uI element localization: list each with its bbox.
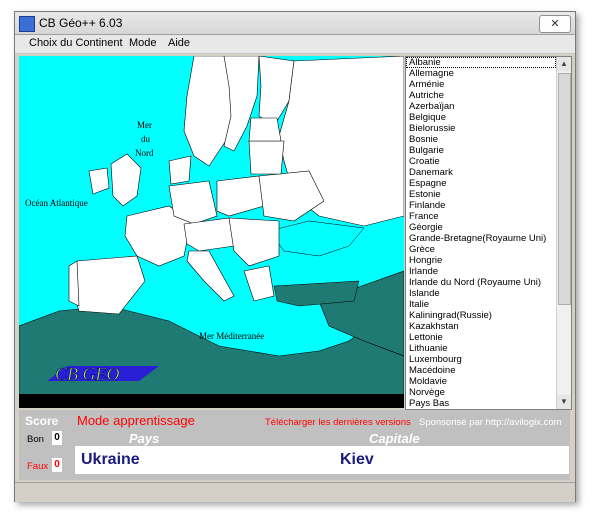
map-svg[interactable]: Mer du Nord Océan Atlantique Mer Méditer… [19,56,404,408]
list-item[interactable]: Kaliningrad(Russie) [406,310,556,321]
list-item[interactable]: Géorgie [406,222,556,233]
portugal[interactable] [68,260,80,307]
map-label-atlantic: Océan Atlantique [25,198,88,208]
pays-value: Ukraine [81,451,140,468]
app-window: CB Géo++ 6.03 ✕ Choix du Continent Mode … [14,11,576,502]
download-link[interactable]: Télécharger les dernières versions [265,417,411,428]
list-item[interactable]: Lettonie [406,332,556,343]
list-item[interactable]: France [406,211,556,222]
list-item[interactable]: Lithuanie [406,343,556,354]
list-item[interactable]: Moldavie [406,376,556,387]
list-item[interactable]: Irlande [406,266,556,277]
answer-box: Ukraine Kiev [75,446,569,474]
list-item[interactable]: Italie [406,299,556,310]
list-item[interactable]: Estonie [406,189,556,200]
country-list: Albanie Allemagne Arménie Autriche Azerbaïja… [406,57,556,409]
denmark[interactable] [168,155,192,185]
list-item[interactable]: Albanie [406,57,556,68]
list-item[interactable]: Croatie [406,156,556,167]
list-item[interactable]: Arménie [406,79,556,90]
list-item[interactable]: Macédoine [406,365,556,376]
list-item[interactable]: Grèce [406,244,556,255]
close-button[interactable]: ✕ [539,15,571,33]
capitale-header: Capitale [369,431,420,446]
menu-mode[interactable]: Mode [129,37,157,49]
list-item[interactable]: Bielorussie [406,123,556,134]
list-item[interactable]: Allemagne [406,68,556,79]
list-item[interactable]: Norvège [406,387,556,398]
list-scrollbar[interactable]: ▲ ▼ [556,57,571,409]
list-item[interactable]: Grande-Bretagne(Royaume Uni) [406,233,556,244]
menu-aide[interactable]: Aide [168,37,190,49]
map-label-mediterranean: Mer Méditerranée [199,331,264,341]
belarus[interactable] [248,140,285,175]
list-item[interactable]: Belgique [406,112,556,123]
list-item[interactable]: Espagne [406,178,556,189]
bon-count: 0 [52,431,62,445]
sponsor-text[interactable]: Sponsorisé par http://avilogix.com [419,417,562,428]
score-panel: Score Mode apprentissage Télécharger les… [19,410,570,480]
list-item[interactable]: Kazakhstan [406,321,556,332]
bon-label: Bon [27,434,44,445]
menu-choix-continent[interactable]: Choix du Continent [29,37,123,49]
list-item[interactable]: Islande [406,288,556,299]
faux-count: 0 [52,458,62,472]
scroll-up-arrow-icon[interactable]: ▲ [557,57,571,71]
list-item[interactable]: Azerbaïjan [406,101,556,112]
map-label-du: du [141,134,151,144]
map-label-mer: Mer [137,120,152,130]
map-label-nord: Nord [135,148,154,158]
mode-label: Mode apprentissage [77,413,195,428]
country-listbox[interactable]: Albanie Allemagne Arménie Autriche Azerbaïja… [405,56,572,410]
status-bar [15,482,575,502]
logo-text: CB GEO [55,364,120,384]
baltics[interactable] [248,117,282,142]
list-item[interactable]: Danemark [406,167,556,178]
europe-map[interactable]: Mer du Nord Océan Atlantique Mer Méditer… [19,56,404,408]
faux-label: Faux [27,461,49,472]
app-icon [19,16,35,32]
capitale-value: Kiev [340,451,374,468]
list-item[interactable]: Luxembourg [406,354,556,365]
title-bar[interactable]: CB Géo++ 6.03 ✕ [15,12,575,35]
list-item[interactable]: Irlande du Nord (Royaume Uni) [406,277,556,288]
scroll-down-arrow-icon[interactable]: ▼ [557,395,571,409]
menu-bar: Choix du Continent Mode Aide [15,35,575,54]
score-label: Score [25,414,59,428]
list-item[interactable]: Finlande [406,200,556,211]
list-item[interactable]: Hongrie [406,255,556,266]
close-icon: ✕ [550,18,560,30]
list-item[interactable]: Bulgarie [406,145,556,156]
list-item[interactable]: Pays Bas [406,398,556,409]
list-item[interactable]: Autriche [406,90,556,101]
scroll-thumb[interactable] [558,73,571,305]
list-item[interactable]: Bosnie [406,134,556,145]
alpine-countries[interactable] [183,217,235,252]
window-title: CB Géo++ 6.03 [39,16,123,30]
pays-header: Pays [129,431,160,446]
